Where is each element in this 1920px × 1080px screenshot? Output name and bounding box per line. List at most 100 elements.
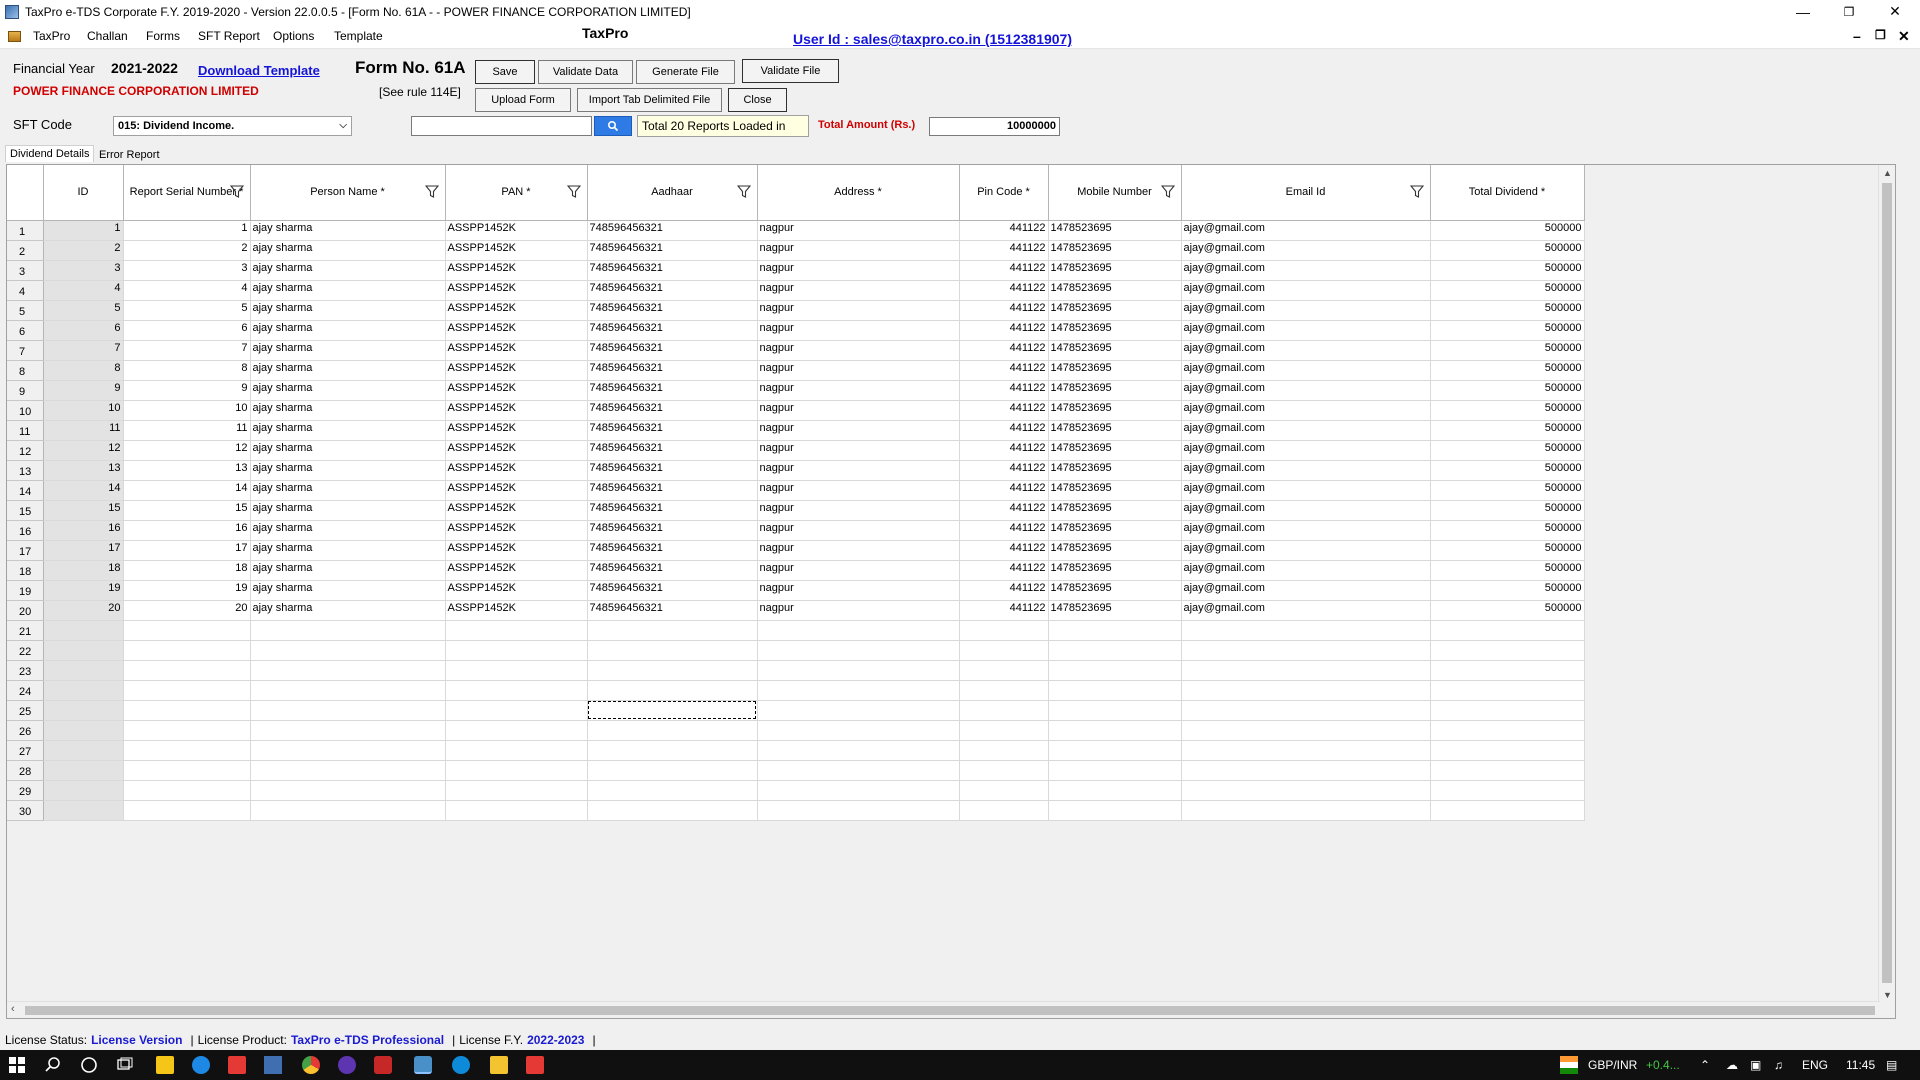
table-cell[interactable] [445,780,588,801]
table-cell[interactable] [43,680,124,701]
row-header[interactable]: 29 [7,780,44,801]
table-cell[interactable] [43,620,124,641]
search-input[interactable] [411,116,592,136]
table-cell[interactable] [1430,760,1585,781]
windows-start-icon[interactable] [8,1056,26,1074]
table-cell[interactable]: 441122 [959,520,1049,541]
table-cell[interactable] [250,780,446,801]
table-cell[interactable] [1048,680,1182,701]
table-cell[interactable] [757,640,960,661]
table-cell[interactable]: 441122 [959,460,1049,481]
table-cell[interactable]: 6 [123,320,251,341]
table-row[interactable]: 11 11 11 ajay sharma ASSPP1452K 748596456321 n… [7,420,1585,441]
table-cell[interactable]: ajay@gmail.com [1181,460,1431,481]
table-cell[interactable]: ajay sharma [250,340,446,361]
table-row[interactable]: 7 7 7 ajay sharma ASSPP1452K 748596456321 nagp… [7,340,1585,361]
table-cell[interactable]: 1478523695 [1048,260,1182,281]
table-cell[interactable] [1430,780,1585,801]
table-cell[interactable]: 748596456321 [587,260,758,281]
validate-file-button[interactable]: Validate File [742,59,839,83]
table-cell[interactable] [757,780,960,801]
table-cell[interactable]: ajay sharma [250,380,446,401]
table-cell[interactable]: ajay sharma [250,240,446,261]
column-header-2[interactable]: Person Name * [250,165,446,221]
table-cell[interactable] [43,780,124,801]
mdi-restore-button[interactable]: ❐ [1875,28,1886,42]
table-row[interactable]: 2 2 2 ajay sharma ASSPP1452K 748596456321 nagp… [7,240,1585,261]
table-cell[interactable]: nagpur [757,440,960,461]
table-cell[interactable]: 1478523695 [1048,460,1182,481]
upload-form-button[interactable]: Upload Form [475,88,571,112]
table-cell[interactable]: 1478523695 [1048,220,1182,241]
table-row[interactable]: 16 16 16 ajay sharma ASSPP1452K 748596456321 n… [7,520,1585,541]
table-cell[interactable]: nagpur [757,240,960,261]
table-cell[interactable]: nagpur [757,220,960,241]
table-cell[interactable]: ASSPP1452K [445,440,588,461]
table-cell[interactable]: 8 [43,360,124,381]
table-cell[interactable] [123,780,251,801]
table-cell[interactable]: ajay sharma [250,500,446,521]
table-cell[interactable]: 3 [123,260,251,281]
table-cell[interactable]: nagpur [757,300,960,321]
table-cell[interactable] [123,720,251,741]
table-cell[interactable] [1430,800,1585,821]
table-cell[interactable]: 441122 [959,320,1049,341]
table-cell[interactable]: ajay sharma [250,320,446,341]
table-cell[interactable] [587,760,758,781]
vertical-scroll-thumb[interactable] [1882,183,1892,983]
table-cell[interactable] [445,680,588,701]
table-cell[interactable]: ASSPP1452K [445,500,588,521]
table-cell[interactable]: 3 [43,260,124,281]
table-row[interactable]: 6 6 6 ajay sharma ASSPP1452K 748596456321 nagp… [7,320,1585,341]
table-cell[interactable] [445,720,588,741]
column-header-3[interactable]: PAN * [445,165,588,221]
table-cell[interactable]: 1478523695 [1048,540,1182,561]
table-cell[interactable]: ajay@gmail.com [1181,500,1431,521]
table-cell[interactable] [1048,800,1182,821]
row-header[interactable]: 23 [7,660,44,681]
table-cell[interactable] [445,620,588,641]
table-cell[interactable]: 748596456321 [587,560,758,581]
table-cell[interactable] [959,660,1049,681]
table-cell[interactable]: ASSPP1452K [445,240,588,261]
table-cell[interactable] [250,640,446,661]
table-cell[interactable]: 441122 [959,340,1049,361]
table-cell[interactable]: 441122 [959,360,1049,381]
filter-icon[interactable] [1409,185,1424,198]
table-row[interactable]: 29 [7,780,1585,801]
table-row[interactable]: 20 20 20 ajay sharma ASSPP1452K 748596456321 n… [7,600,1585,621]
table-cell[interactable] [43,720,124,741]
table-cell[interactable]: 748596456321 [587,220,758,241]
table-cell[interactable]: 500000 [1430,600,1585,621]
table-cell[interactable] [1181,720,1431,741]
table-cell[interactable] [1430,660,1585,681]
table-cell[interactable] [445,640,588,661]
table-cell[interactable]: 4 [123,280,251,301]
table-cell[interactable]: 7 [123,340,251,361]
row-header[interactable]: 18 [7,560,44,581]
table-cell[interactable]: 1478523695 [1048,600,1182,621]
filter-icon[interactable] [229,185,244,198]
table-cell[interactable] [445,700,588,721]
table-cell[interactable]: 1478523695 [1048,240,1182,261]
table-cell[interactable] [1181,680,1431,701]
row-header[interactable]: 12 [7,440,44,461]
table-cell[interactable] [43,700,124,721]
table-cell[interactable]: 6 [43,320,124,341]
table-cell[interactable]: ajay@gmail.com [1181,380,1431,401]
table-cell[interactable]: 500000 [1430,260,1585,281]
table-cell[interactable] [959,640,1049,661]
table-cell[interactable] [43,640,124,661]
table-cell[interactable] [587,640,758,661]
row-header[interactable]: 21 [7,620,44,641]
close-window-button[interactable]: ✕ [1872,0,1918,23]
table-cell[interactable]: 17 [43,540,124,561]
table-cell[interactable]: 441122 [959,560,1049,581]
chrome-icon[interactable] [302,1056,320,1074]
table-cell[interactable]: 18 [43,560,124,581]
save-button[interactable]: Save [475,60,535,84]
table-cell[interactable] [959,800,1049,821]
table-cell[interactable]: 12 [43,440,124,461]
table-cell[interactable]: 748596456321 [587,460,758,481]
language-indicator[interactable]: ENG [1802,1058,1828,1072]
